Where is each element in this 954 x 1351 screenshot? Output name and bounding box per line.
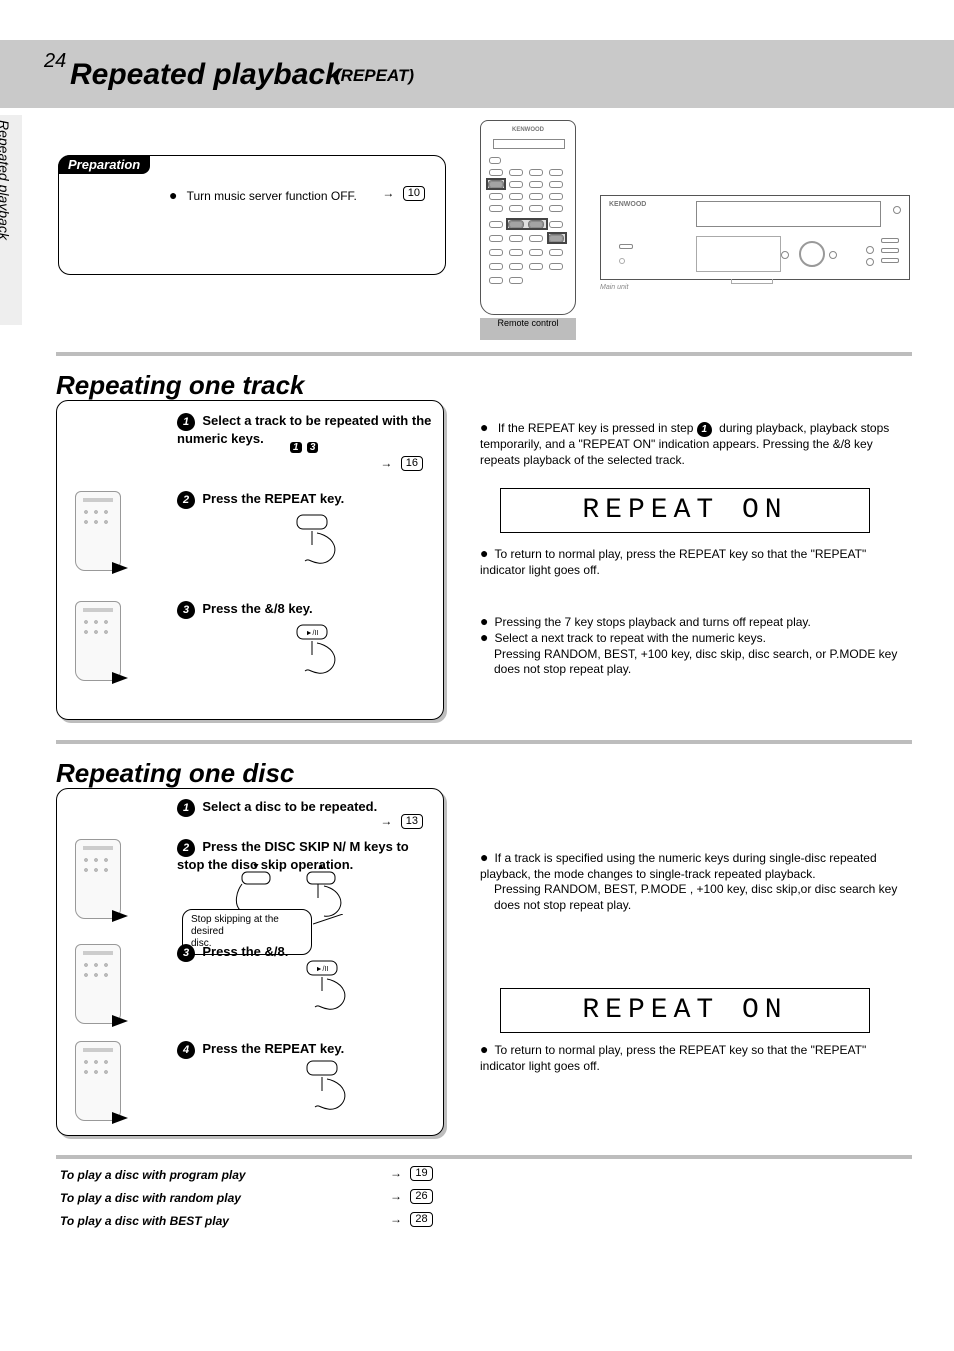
step-badge-4: 4: [177, 1041, 195, 1059]
page-subtitle: (REPEAT): [335, 66, 414, 86]
stepB3-text: Press the &/8.: [202, 944, 288, 959]
remote-thumb-b4: [75, 1041, 121, 1121]
footer1-ref: 19: [410, 1166, 432, 1181]
section-a-heading: Repeating one track: [56, 370, 305, 401]
footer-3: To play a disc with BEST play: [60, 1214, 229, 1230]
bubble-pointer: [313, 914, 343, 934]
footer-1: To play a disc with program play: [60, 1168, 246, 1184]
remote-brand: KENWOOD: [481, 127, 575, 133]
step-badge-3: 3: [177, 944, 195, 962]
procedure-box-a: 1 Select a track to be repeated with the…: [56, 400, 444, 720]
noteB-1: ●If a track is specified using the numer…: [480, 850, 910, 913]
stepA3-text: Press the &/8 key.: [202, 601, 312, 616]
arrow-right-icon: →: [382, 186, 394, 200]
arrow-right-icon: →: [380, 814, 392, 828]
preparation-box: Preparation ● Turn music server function…: [58, 155, 446, 275]
button-press-icon: ►/II: [282, 623, 352, 678]
numkey-1: 1: [290, 442, 302, 453]
prep-text: Turn music server function OFF.: [187, 189, 357, 203]
remote-thumb-a3: [75, 601, 121, 681]
button-press-icon: ►/II: [292, 959, 362, 1014]
preparation-label: Preparation: [58, 155, 150, 174]
lcd-display-2: REPEAT ON: [500, 988, 870, 1033]
procedure-box-b: 1 Select a disc to be repeated. → 13 2 P…: [56, 788, 444, 1136]
remote-thumb-b2: [75, 839, 121, 919]
numkey-3: 3: [307, 442, 319, 453]
page-number: 24: [44, 50, 66, 73]
step-badge-2: 2: [177, 839, 195, 857]
stepB1-ref: 13: [401, 814, 423, 829]
noteA-3: ●Pressing the 7 key stops playback and t…: [480, 614, 910, 631]
step-badge-1: 1: [177, 799, 195, 817]
remote-thumb-b3: [75, 944, 121, 1024]
section-b-heading: Repeating one disc: [56, 758, 294, 789]
footer3-ref: 28: [410, 1212, 432, 1227]
svg-text:►/II: ►/II: [316, 966, 329, 973]
main-unit-label: Main unit: [600, 284, 628, 291]
noteA-1: ● If the REPEAT key is pressed in step 1…: [480, 420, 910, 468]
noteB-2: ●To return to normal play, press the REP…: [480, 1042, 910, 1074]
stepA1-ref: 16: [401, 456, 423, 471]
main-unit-illustration: KENWOOD: [600, 195, 910, 280]
svg-text:▲: ▲: [317, 864, 326, 871]
footer2-ref: 26: [410, 1189, 432, 1204]
step-badge-2: 2: [177, 491, 195, 509]
stepB4-text: Press the REPEAT key.: [202, 1041, 344, 1056]
step-badge-3: 3: [177, 601, 195, 619]
lcd-display-1: REPEAT ON: [500, 488, 870, 533]
remote-label: Remote control: [480, 318, 576, 340]
side-tab-label: Repeated playback: [0, 120, 12, 320]
arrow-right-icon: →: [390, 1189, 402, 1203]
button-press-icon: [282, 513, 352, 568]
svg-text:►/II: ►/II: [306, 630, 319, 637]
bullet-icon: ●: [169, 187, 177, 203]
noteA-4: ●Select a next track to repeat with the …: [480, 630, 910, 678]
main-unit-brand: KENWOOD: [609, 201, 646, 208]
prep-pageref: 10: [403, 186, 425, 201]
remote-thumb-a2: [75, 491, 121, 571]
arrow-right-icon: →: [390, 1166, 402, 1180]
button-press-icon: [292, 1059, 362, 1114]
page-title: Repeated playback: [70, 58, 342, 92]
svg-text:▼: ▼: [252, 864, 261, 871]
noteA-2: ●To return to normal play, press the REP…: [480, 546, 910, 578]
stepB1-text: Select a disc to be repeated.: [202, 799, 377, 814]
arrow-right-icon: →: [380, 456, 392, 470]
footer-2: To play a disc with random play: [60, 1191, 241, 1207]
stepA2-text: Press the REPEAT key.: [202, 491, 344, 506]
arrow-right-icon: →: [390, 1212, 402, 1226]
step-badge-1: 1: [177, 413, 195, 431]
remote-illustration: KENWOOD: [480, 120, 576, 315]
